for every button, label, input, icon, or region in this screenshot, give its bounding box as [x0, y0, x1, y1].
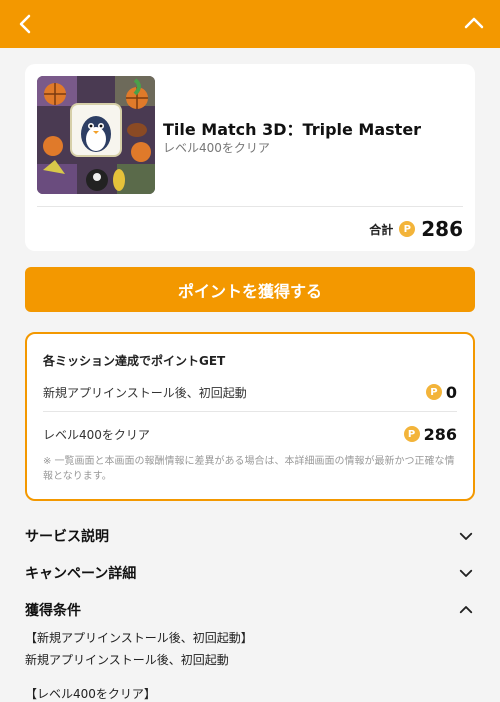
- section-campaign-details[interactable]: キャンペーン詳細: [25, 559, 475, 587]
- coin-icon: P: [399, 221, 416, 237]
- total-label: 合計: [369, 222, 394, 237]
- total-points-value: 286: [421, 217, 463, 241]
- chevron-left-icon[interactable]: [14, 12, 38, 36]
- section-title: キャンペーン詳細: [25, 566, 137, 582]
- mission-note: ※ 一覧画面と本画面の報酬情報に差異がある場合は、本詳細画面の情報が最新かつ正確…: [43, 456, 455, 482]
- condition-heading: 【レベル400をクリア】: [25, 687, 156, 701]
- mission-points: P 286: [403, 424, 457, 444]
- mission-points-value: 286: [423, 424, 457, 444]
- chevron-up-icon[interactable]: [462, 12, 486, 36]
- mission-item: 新規アプリインストール後、初回起動 P 0: [43, 380, 457, 404]
- app-name: Tile Match 3D：Triple Master: [163, 120, 422, 139]
- chevron-down-icon: [459, 569, 473, 577]
- mission-title: 各ミッション達成でポイントGET: [43, 354, 226, 368]
- app-card: Tile Match 3D：Triple Master レベル400をクリア 合…: [25, 64, 475, 251]
- mission-points-value: 0: [445, 382, 457, 402]
- divider: [43, 411, 457, 412]
- app-icon: [37, 76, 155, 194]
- app-subtitle: レベル400をクリア: [163, 141, 270, 155]
- section-title: サービス説明: [25, 529, 109, 545]
- mission-label: 新規アプリインストール後、初回起動: [43, 385, 247, 400]
- mission-points: P 0: [425, 382, 457, 402]
- get-points-button[interactable]: ポイントを獲得する: [25, 267, 475, 312]
- chevron-up-icon: [459, 606, 473, 614]
- condition-heading: 【新規アプリインストール後、初回起動】: [25, 631, 253, 645]
- section-service-description[interactable]: サービス説明: [25, 522, 475, 550]
- mission-label: レベル400をクリア: [43, 427, 150, 442]
- mission-item: レベル400をクリア P 286: [43, 422, 457, 446]
- section-acquisition-conditions[interactable]: 獲得条件: [25, 596, 475, 624]
- chevron-down-icon: [459, 532, 473, 540]
- condition-text: 新規アプリインストール後、初回起動: [25, 653, 229, 667]
- total-points-row: 合計 P 286: [369, 216, 463, 242]
- section-title: 獲得条件: [25, 603, 81, 619]
- divider: [37, 206, 463, 207]
- top-bar: [0, 0, 500, 48]
- mission-box: 各ミッション達成でポイントGET 新規アプリインストール後、初回起動 P 0 レ…: [25, 332, 475, 501]
- coin-icon: P: [425, 384, 442, 400]
- coin-icon: P: [403, 426, 420, 442]
